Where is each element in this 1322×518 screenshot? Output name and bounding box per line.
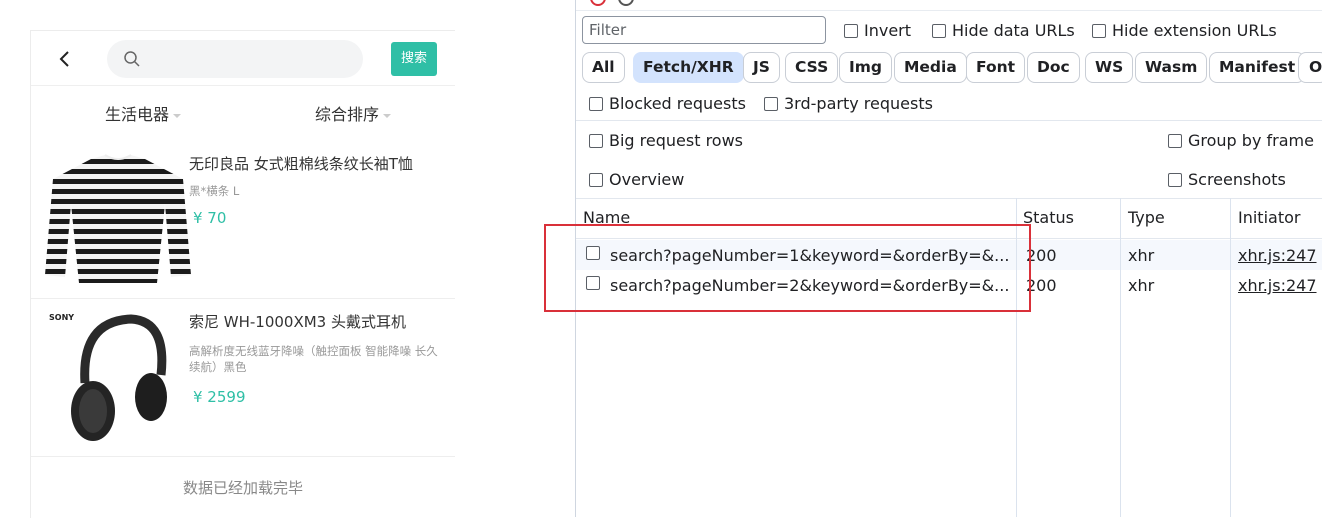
divider <box>31 456 455 457</box>
filter-manifest[interactable]: Manifest <box>1209 52 1306 83</box>
overview-checkbox[interactable]: Overview <box>589 170 684 189</box>
invert-checkbox[interactable]: Invert <box>844 21 911 40</box>
request-type: xhr <box>1128 276 1155 295</box>
checkbox-box[interactable] <box>1168 173 1182 187</box>
striped-shirt-image <box>45 154 191 283</box>
divider <box>31 298 455 299</box>
filter-font[interactable]: Font <box>966 52 1026 83</box>
product-price: ¥ 2599 <box>193 388 246 406</box>
filter-input[interactable]: Filter <box>582 16 826 44</box>
headphones-image <box>71 314 167 441</box>
search-button[interactable]: 搜索 <box>391 42 437 76</box>
divider <box>31 85 455 86</box>
load-complete-text: 数据已经加载完毕 <box>182 479 303 497</box>
checkbox-label: Hide extension URLs <box>1112 21 1277 40</box>
divider <box>576 10 1322 11</box>
checkbox-box[interactable] <box>589 134 603 148</box>
product-price: ¥ 70 <box>193 209 227 227</box>
checkbox-box[interactable] <box>589 97 603 111</box>
filter-js[interactable]: JS <box>743 52 780 83</box>
blocked-requests-checkbox[interactable]: Blocked requests <box>589 94 746 113</box>
caret-down-icon <box>383 113 392 118</box>
search-icon <box>124 51 140 67</box>
hide-extension-urls-checkbox[interactable]: Hide extension URLs <box>1092 21 1277 40</box>
category-filter-label: 生活电器 <box>105 105 170 124</box>
filter-ws[interactable]: WS <box>1085 52 1134 83</box>
product-title[interactable]: 索尼 WH-1000XM3 头戴式耳机 <box>189 311 406 332</box>
mobile-app-panel: 搜索 生活电器 综合排序 无印良品 女式粗棉线条纹长袖T恤 黑*横条 L ¥ 7… <box>30 30 455 518</box>
request-type: xhr <box>1128 246 1155 265</box>
sort-filter-label: 综合排序 <box>315 105 380 124</box>
request-initiator-link[interactable]: xhr.js:247 <box>1238 246 1317 265</box>
checkbox-box[interactable] <box>844 24 858 38</box>
checkbox-label: Screenshots <box>1188 170 1286 189</box>
checkbox-box[interactable] <box>1092 24 1106 38</box>
sort-filter[interactable]: 综合排序 <box>315 101 392 125</box>
third-party-requests-checkbox[interactable]: 3rd-party requests <box>764 94 933 113</box>
clear-icon[interactable] <box>618 0 634 6</box>
checkbox-label: Overview <box>609 170 685 189</box>
filter-all[interactable]: All <box>582 52 625 83</box>
filter-wasm[interactable]: Wasm <box>1135 52 1208 83</box>
filter-css[interactable]: CSS <box>785 52 839 83</box>
checkbox-label: Blocked requests <box>609 94 746 113</box>
checkbox-box[interactable] <box>589 173 603 187</box>
highlight-box <box>544 224 1031 312</box>
filter-fetch-xhr[interactable]: Fetch/XHR <box>633 52 744 83</box>
checkbox-label: Big request rows <box>609 131 744 150</box>
category-filter[interactable]: 生活电器 <box>105 101 182 125</box>
product-title[interactable]: 无印良品 女式粗棉线条纹长袖T恤 <box>189 153 413 174</box>
record-icon[interactable] <box>590 0 606 6</box>
divider <box>576 120 1322 121</box>
product-desc: 黑*横条 L <box>189 184 240 198</box>
filter-media[interactable]: Media <box>894 52 967 83</box>
search-input[interactable] <box>107 40 363 78</box>
column-type[interactable]: Type <box>1128 208 1165 227</box>
back-arrow-icon[interactable] <box>55 49 75 69</box>
filter-doc[interactable]: Doc <box>1027 52 1080 83</box>
checkbox-box[interactable] <box>764 97 778 111</box>
checkbox-label: Group by frame <box>1188 131 1314 150</box>
checkbox-label: Hide data URLs <box>952 21 1075 40</box>
group-by-frame-checkbox[interactable]: Group by frame <box>1168 131 1314 150</box>
hide-data-urls-checkbox[interactable]: Hide data URLs <box>932 21 1075 40</box>
caret-down-icon <box>173 113 182 118</box>
column-divider <box>1230 198 1231 517</box>
screenshots-checkbox[interactable]: Screenshots <box>1168 170 1286 189</box>
checkbox-box[interactable] <box>932 24 946 38</box>
column-initiator[interactable]: Initiator <box>1238 208 1300 227</box>
checkbox-label: Invert <box>864 21 912 40</box>
checkbox-label: 3rd-party requests <box>784 94 933 113</box>
request-initiator-link[interactable]: xhr.js:247 <box>1238 276 1317 295</box>
product-desc: 高解析度无线蓝牙降噪（触控面板 智能降噪 长久续航）黑色 <box>189 344 438 374</box>
column-divider <box>1120 198 1121 517</box>
filter-img[interactable]: Img <box>839 52 893 83</box>
big-request-rows-checkbox[interactable]: Big request rows <box>589 131 743 150</box>
checkbox-box[interactable] <box>1168 134 1182 148</box>
filter-other[interactable]: O <box>1298 52 1322 83</box>
